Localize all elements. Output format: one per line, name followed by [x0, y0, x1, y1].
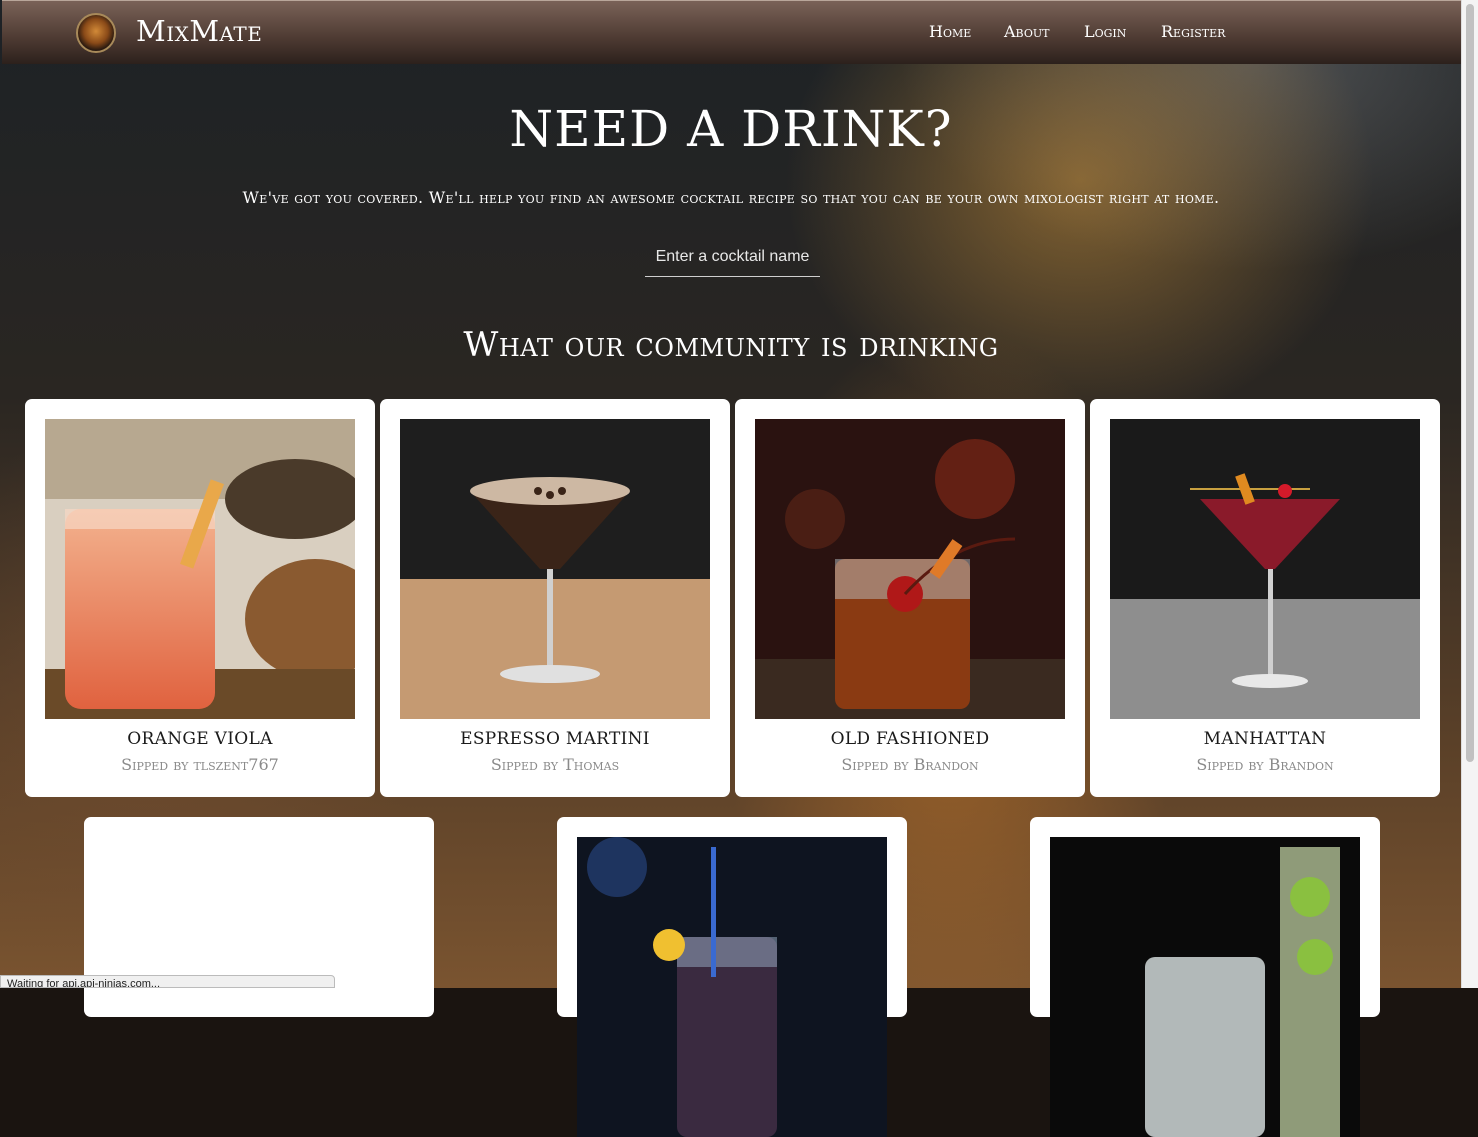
cocktail-search-input[interactable] [645, 238, 820, 277]
nav-register[interactable]: Register [1161, 22, 1225, 41]
hero-subtitle: We've got you covered. We'll help you fi… [242, 188, 1220, 207]
cocktail-name: Orange Viola [127, 729, 273, 749]
nav-home[interactable]: Home [929, 22, 971, 41]
cocktail-image [755, 419, 1065, 719]
cocktail-image [577, 837, 887, 1137]
cocktail-card[interactable] [1030, 817, 1380, 1137]
logo-icon[interactable] [76, 13, 116, 53]
nav-login[interactable]: Login [1084, 22, 1126, 41]
scrollbar[interactable] [1461, 0, 1478, 988]
cocktail-image [45, 419, 355, 719]
community-heading: What our community is drinking [463, 325, 999, 365]
cocktail-sipped-by: Sipped by Thomas [490, 755, 620, 774]
cocktail-name: Espresso Martini [460, 729, 650, 749]
nav-about[interactable]: About [1004, 22, 1049, 41]
cocktail-sipped-by: Sipped by tlszent767 [121, 755, 279, 774]
cocktail-image [1110, 419, 1420, 719]
cocktail-card[interactable]: Espresso Martini Sipped by Thomas [380, 399, 730, 797]
scrollbar-thumb[interactable] [1466, 4, 1474, 762]
browser-status-bar: Waiting for api.api-ninjas.com... [0, 975, 335, 988]
cocktail-sipped-by: Sipped by Brandon [1196, 755, 1334, 774]
navbar: MixMate Home About Login Register [2, 0, 1462, 64]
cocktail-name: Manhattan [1203, 729, 1327, 749]
cocktail-card[interactable]: Orange Viola Sipped by tlszent767 [25, 399, 375, 797]
cocktail-sipped-by: Sipped by Brandon [841, 755, 979, 774]
cocktail-card[interactable]: Old Fashioned Sipped by Brandon [735, 399, 1085, 797]
hero-title: Need a drink? [509, 100, 953, 158]
cocktail-name: Old Fashioned [830, 729, 990, 749]
brand-name[interactable]: MixMate [136, 14, 262, 48]
cocktail-image [400, 419, 710, 719]
cocktail-card[interactable] [557, 817, 907, 1137]
cocktail-card[interactable]: Manhattan Sipped by Brandon [1090, 399, 1440, 797]
cocktail-image [1050, 837, 1360, 1137]
